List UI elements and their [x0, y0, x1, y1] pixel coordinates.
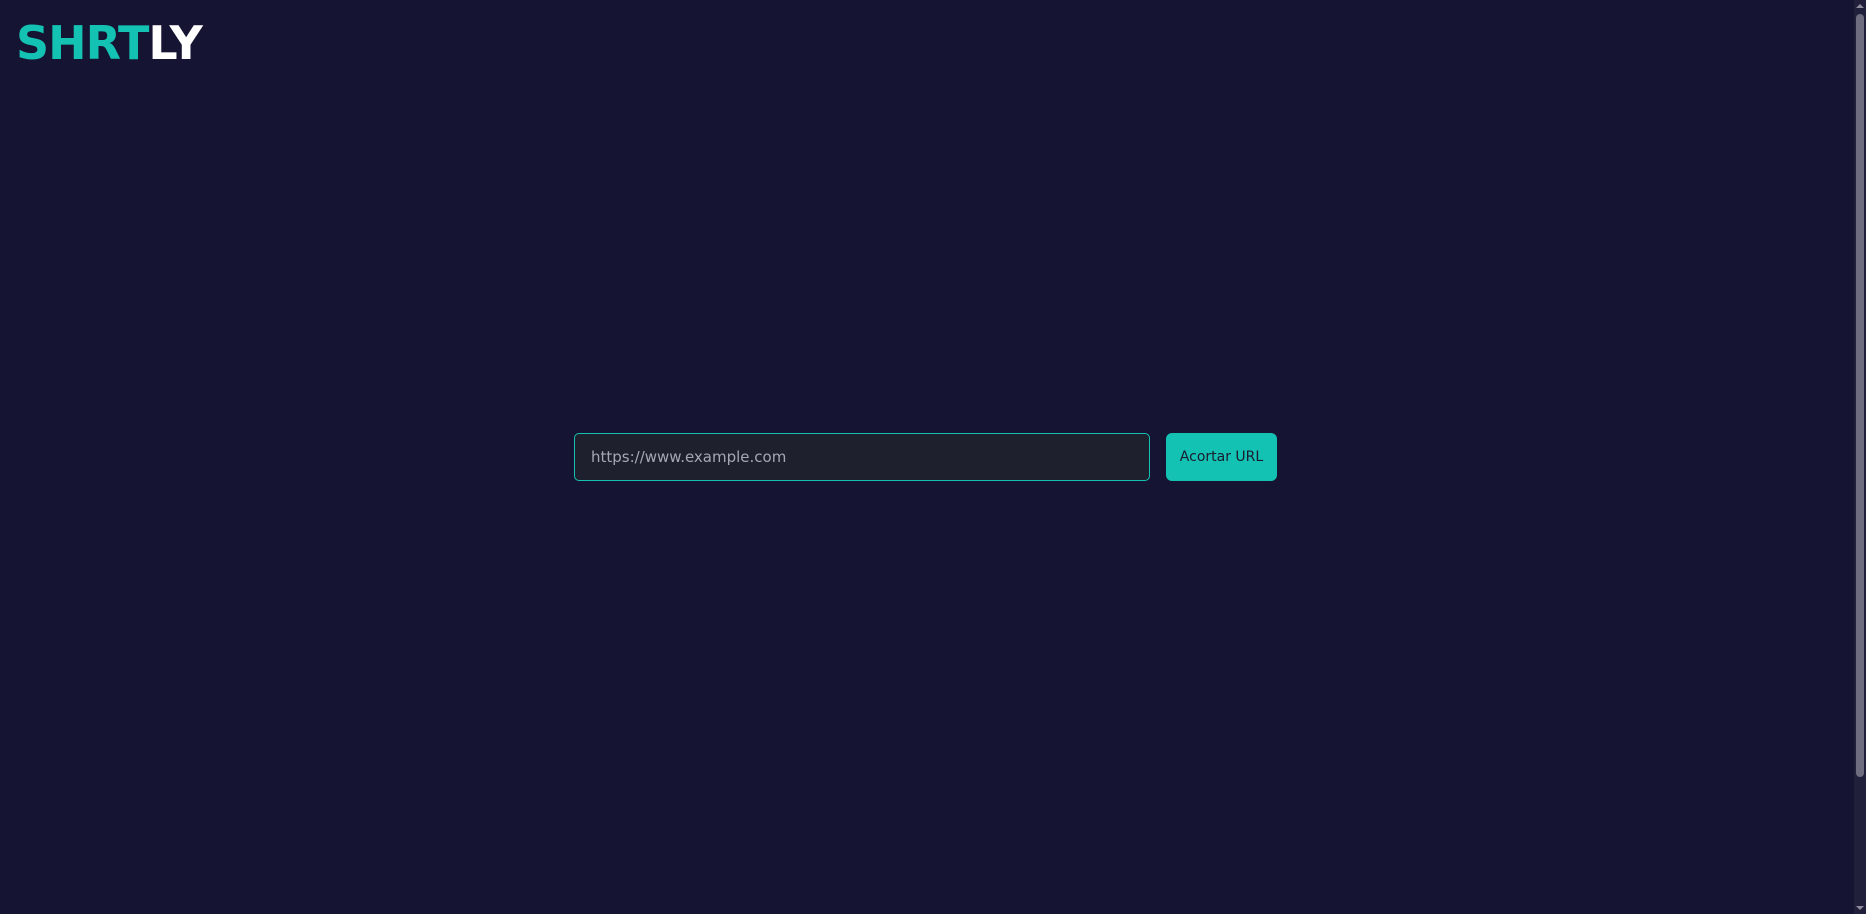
logo-rest-text: LY [148, 16, 202, 70]
chevron-down-icon[interactable] [1854, 902, 1866, 914]
vertical-scrollbar[interactable] [1854, 0, 1866, 914]
chevron-up-icon[interactable] [1854, 0, 1866, 12]
shorten-form: Acortar URL [574, 433, 1277, 481]
logo[interactable]: SHRTLY [16, 16, 203, 70]
scrollbar-thumb[interactable] [1856, 14, 1864, 777]
url-input[interactable] [574, 433, 1150, 481]
logo-accent-text: SHRT [16, 16, 149, 70]
page: SHRTLY Acortar URL [0, 0, 1866, 914]
shorten-url-button[interactable]: Acortar URL [1166, 433, 1277, 481]
